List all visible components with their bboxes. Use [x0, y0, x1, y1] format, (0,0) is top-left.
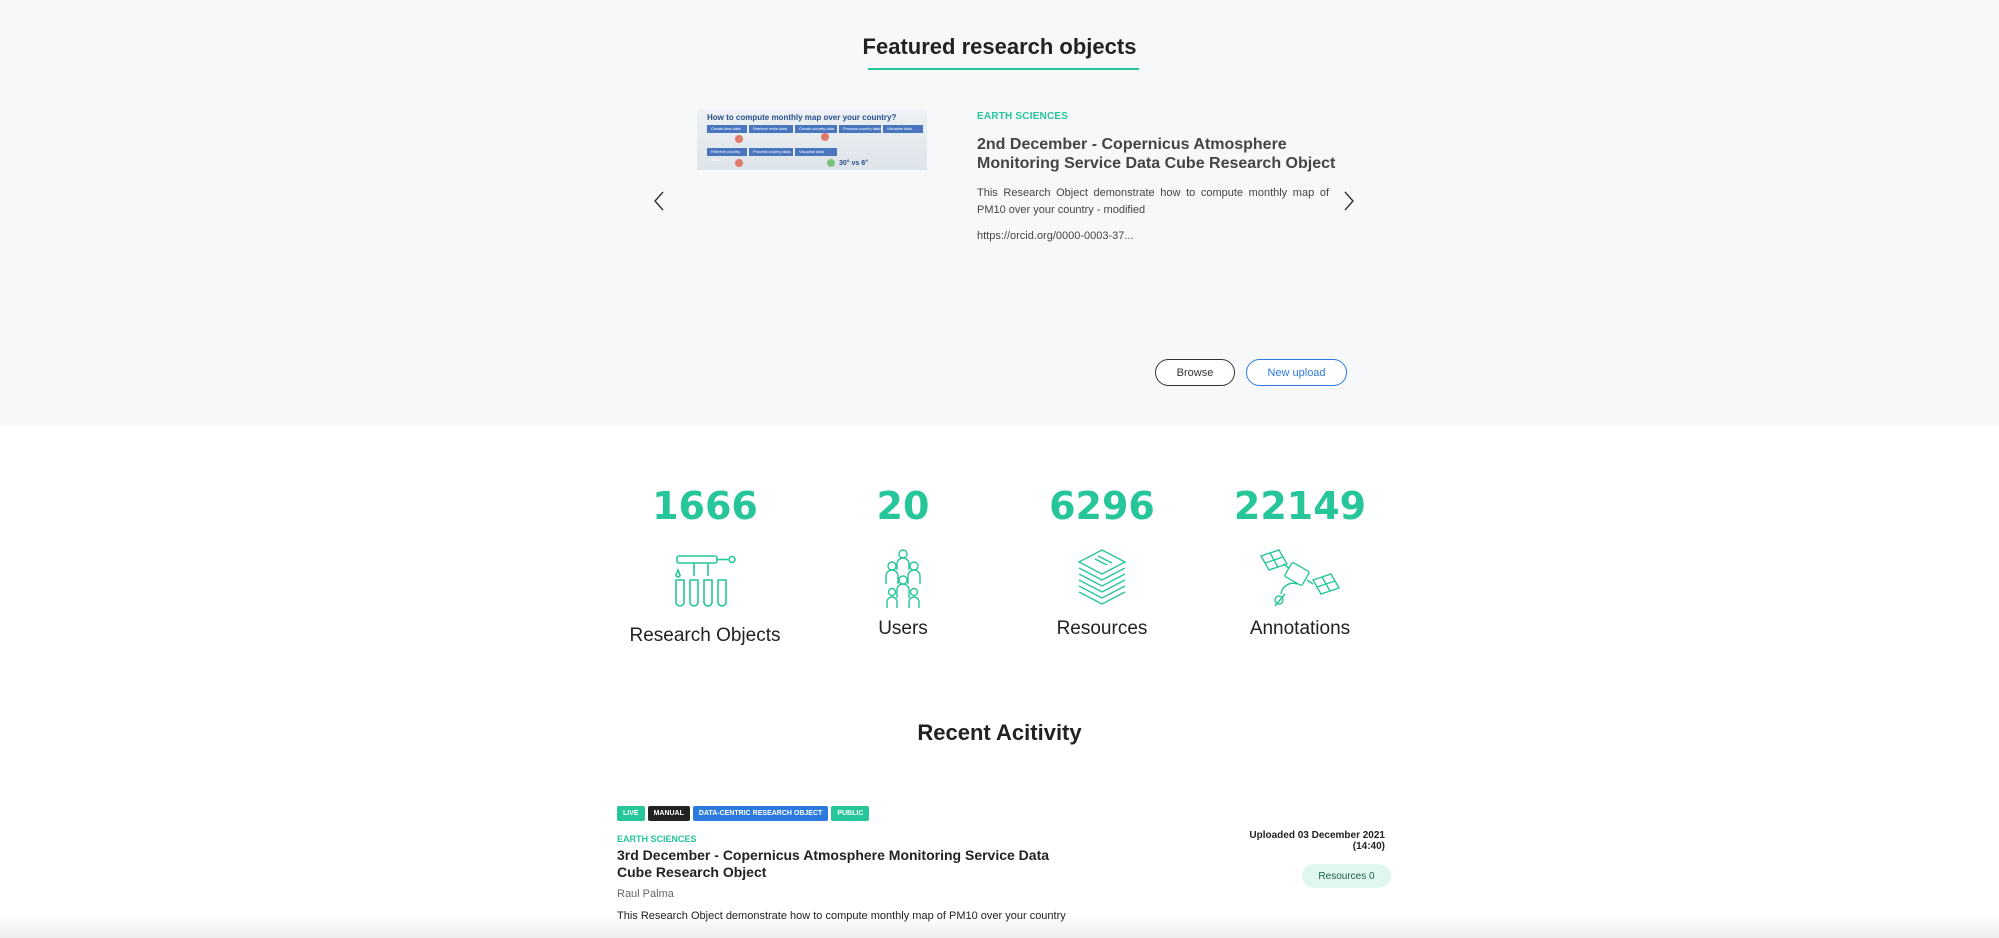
- recent-category: EARTH SCIENCES: [617, 834, 697, 844]
- thumbnail-step: Visualise data: [795, 148, 837, 156]
- recent-author[interactable]: Raul Palma: [617, 888, 674, 900]
- stat-label: Research Objects: [629, 625, 781, 646]
- test-tubes-icon: [660, 548, 750, 610]
- recent-item-title[interactable]: 3rd December - Copernicus Atmosphere Mon…: [617, 847, 1087, 881]
- stat-value: 22149: [1233, 484, 1367, 528]
- thumbnail-step: Process country data: [749, 148, 793, 156]
- recent-uploaded-date: Uploaded 03 December 2021 (14:40): [1249, 830, 1385, 852]
- featured-title-underline: [868, 68, 1139, 70]
- bottom-shadow: [0, 914, 1999, 938]
- map-pin-icon: [827, 159, 835, 167]
- chevron-left-icon: [654, 191, 664, 211]
- thumbnail-step: Visualise data: [883, 125, 923, 133]
- chevron-right-icon: [1344, 191, 1354, 211]
- recent-activity-title: Recent Acitivity: [917, 720, 1082, 745]
- thumbnail-step: Retrieve country data: [707, 148, 747, 162]
- featured-item-title[interactable]: 2nd December - Copernicus Atmosphere Mon…: [977, 135, 1337, 173]
- stat-value: 6296: [1049, 484, 1155, 528]
- thumbnail-step: Create country data: [795, 125, 837, 133]
- carousel-prev-button[interactable]: [648, 186, 672, 216]
- featured-category: EARTH SCIENCES: [977, 111, 1069, 122]
- tag-public: PUBLIC: [831, 806, 870, 821]
- new-upload-button[interactable]: New upload: [1246, 359, 1347, 386]
- satellite-icon: [1255, 548, 1345, 610]
- thumbnail-step: Process country data: [839, 125, 881, 133]
- featured-description: This Research Object demonstrate how to …: [977, 187, 1329, 216]
- tag-data-centric: DATA-CENTRIC RESEARCH OBJECT: [692, 806, 829, 821]
- featured-thumbnail[interactable]: How to compute monthly map over your cou…: [697, 110, 927, 170]
- map-pin-icon: [735, 159, 743, 167]
- featured-orcid-link[interactable]: https://orcid.org/0000-0003-37...: [977, 230, 1134, 242]
- stat-value: 1666: [652, 484, 758, 528]
- tag-live: LIVE: [617, 806, 645, 821]
- featured-title: Featured research objects: [862, 34, 1137, 59]
- resources-badge[interactable]: Resources 0: [1302, 864, 1391, 888]
- stat-value: 20: [876, 484, 930, 528]
- featured-section: Featured research objects How to compute…: [0, 0, 1999, 426]
- stat-label: Users: [878, 618, 928, 639]
- carousel-next-button[interactable]: [1336, 186, 1360, 216]
- map-pin-icon: [821, 133, 829, 141]
- map-pin-icon: [735, 135, 743, 143]
- tag-manual: MANUAL: [647, 806, 690, 821]
- thumbnail-badge: 30° vs 6°: [839, 160, 868, 167]
- stat-label: Resources: [1056, 618, 1148, 639]
- recent-tags: LIVE MANUAL DATA-CENTRIC RESEARCH OBJECT…: [617, 806, 870, 821]
- thumbnail-step: Retrieve meta data: [749, 125, 793, 133]
- thumbnail-step: Create time data: [707, 125, 747, 133]
- document-stack-icon: [1057, 548, 1147, 610]
- users-icon: [858, 548, 948, 610]
- stat-label: Annotations: [1249, 618, 1351, 639]
- browse-button[interactable]: Browse: [1155, 359, 1235, 386]
- thumbnail-title: How to compute monthly map over your cou…: [707, 113, 897, 122]
